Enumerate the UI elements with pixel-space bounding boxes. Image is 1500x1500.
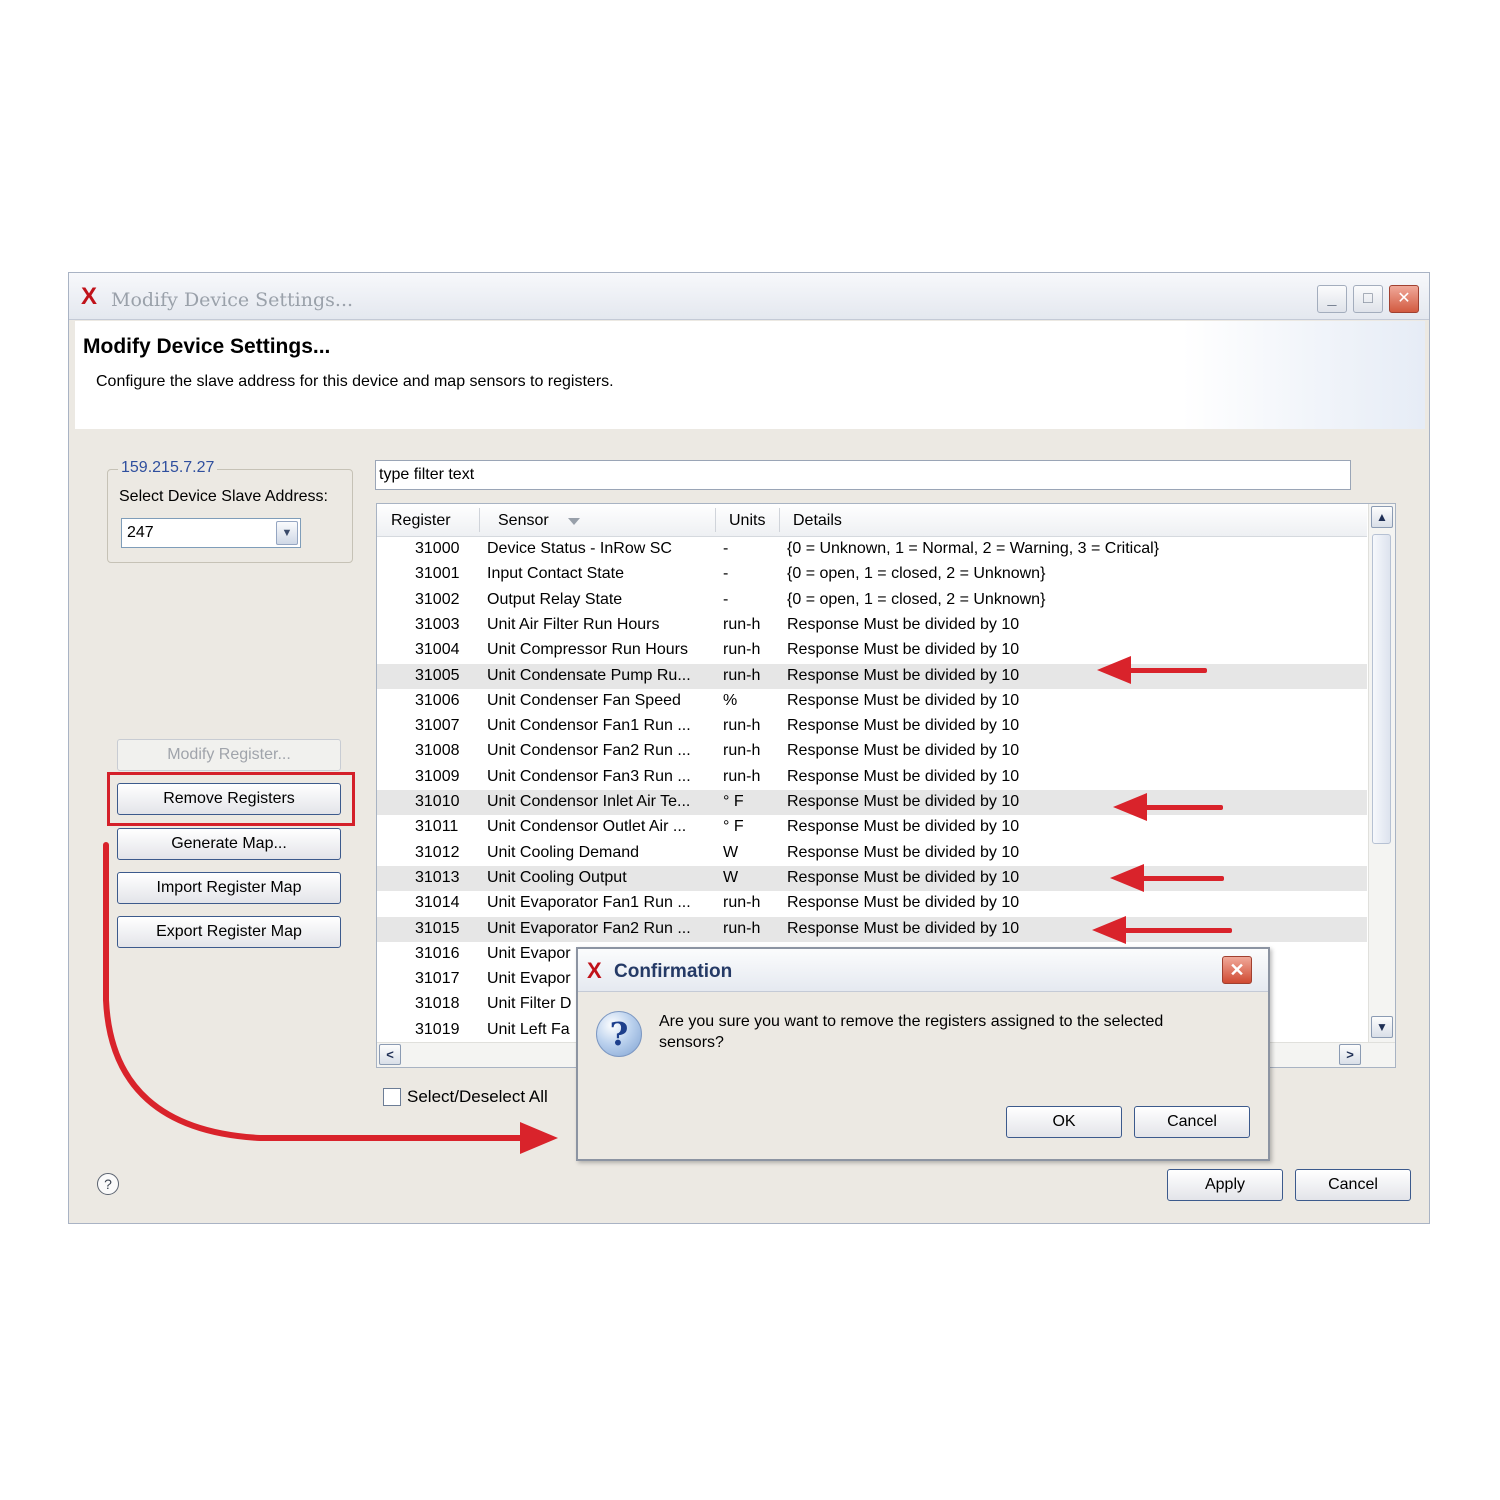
question-icon: ? bbox=[596, 1011, 642, 1057]
dialog-cancel-button[interactable]: Cancel bbox=[1134, 1106, 1250, 1138]
confirmation-dialog: X Confirmation ✕ ? Are you sure you want… bbox=[576, 947, 1270, 1161]
dialog-titlebar[interactable]: X Confirmation ✕ bbox=[578, 949, 1268, 992]
dialog-message: Are you sure you want to remove the regi… bbox=[659, 1013, 1164, 1051]
dialog-title: Confirmation bbox=[614, 961, 733, 982]
ok-button[interactable]: OK bbox=[1006, 1106, 1122, 1138]
dialog-close-icon[interactable]: ✕ bbox=[1222, 956, 1252, 984]
app-logo-icon: X bbox=[587, 958, 602, 983]
annotation-curve-arrow bbox=[103, 842, 558, 1154]
